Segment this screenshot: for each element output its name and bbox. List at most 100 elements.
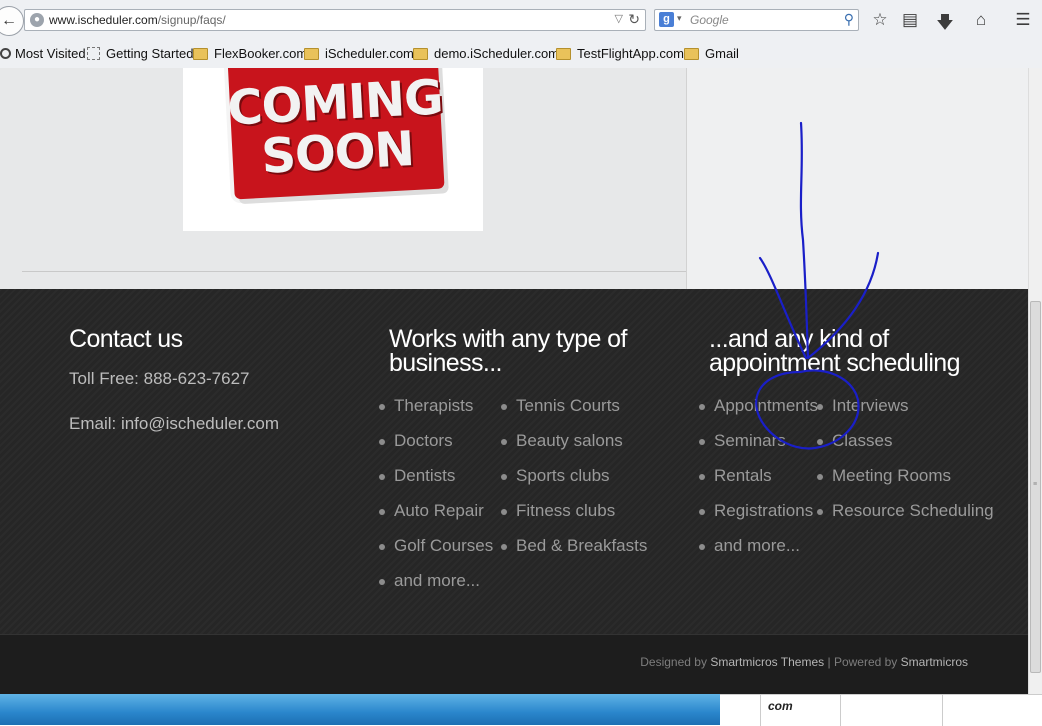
coming-soon-sign: COMING SOON <box>226 68 445 200</box>
bookmark-flexbooker[interactable]: FlexBooker.com <box>193 46 307 61</box>
bullet-icon <box>817 439 823 445</box>
bullet-icon <box>501 544 507 550</box>
bullet-icon <box>379 474 385 480</box>
appointment-title-line-2: appointment scheduling <box>709 349 960 377</box>
bullet-icon <box>379 439 385 445</box>
bullet-icon <box>817 404 823 410</box>
business-item: Beauty salons <box>516 431 623 450</box>
bookmark-demo-ischeduler[interactable]: demo.iScheduler.com <box>413 46 559 61</box>
panel-divider <box>760 695 761 726</box>
download-icon[interactable]: 🡇 <box>935 10 955 39</box>
business-title-line-1: Works with any type of <box>389 325 627 353</box>
google-logo-icon[interactable]: g <box>659 12 674 27</box>
bullet-icon <box>699 544 705 550</box>
business-item: Golf Courses <box>394 536 494 555</box>
folder-icon <box>413 47 428 60</box>
credits-separator: | <box>827 655 831 669</box>
bookmark-getting-started[interactable]: Getting Started <box>87 46 193 61</box>
business-item: Bed & Breakfasts <box>516 536 648 555</box>
business-item: Fitness clubs <box>516 501 616 520</box>
bullet-icon <box>817 509 823 515</box>
appointment-item: Registrations <box>714 501 814 520</box>
menu-icon[interactable]: ☰ <box>1013 10 1033 30</box>
contact-phone: Toll Free: 888-623-7627 <box>69 369 250 388</box>
footer-credits: Designed by Smartmicros Themes | Powered… <box>640 655 968 669</box>
business-title: Works with any type of business... <box>389 325 627 377</box>
contact-email[interactable]: Email: info@ischeduler.com <box>69 414 279 434</box>
appointment-item: Interviews <box>832 396 909 415</box>
coming-soon-image: COMING SOON <box>183 68 483 231</box>
search-bar[interactable]: g ▾ Google ⚲ <box>654 9 859 31</box>
appointment-item: Rentals <box>714 466 772 485</box>
page-icon <box>87 47 100 60</box>
engine-dropdown-icon[interactable]: ▾ <box>677 13 682 24</box>
url-dropdown-icon[interactable]: ▽ <box>615 12 623 25</box>
panel-divider <box>942 695 943 726</box>
back-arrow-icon[interactable]: ← <box>0 6 24 36</box>
reload-icon[interactable]: ↻ <box>628 11 640 28</box>
powered-by-link[interactable]: Smartmicros <box>901 655 968 669</box>
address-bar[interactable]: ● www.ischeduler.com/signup/faqs/ ▽ ↻ <box>24 9 646 31</box>
business-item: Auto Repair <box>394 501 484 520</box>
url-path: /signup/faqs/ <box>157 13 226 27</box>
background-window-text: com <box>768 699 793 713</box>
bookmark-most-visited[interactable]: Most Visited <box>0 46 86 61</box>
appointment-item: Appointments <box>714 396 818 415</box>
business-item: Dentists <box>394 466 456 485</box>
reading-list-icon[interactable]: ▤ <box>900 10 920 30</box>
background-window: com <box>720 694 1042 726</box>
page-viewport: COMING SOON Contact us Toll Free: 888-62… <box>0 68 1028 694</box>
appointment-title: ...and any kind of appointment schedulin… <box>709 325 960 377</box>
bullet-icon <box>699 404 705 410</box>
site-footer: Contact us Toll Free: 888-623-7627 Email… <box>0 289 1028 634</box>
bookmark-ischeduler[interactable]: iScheduler.com <box>304 46 414 61</box>
bookmark-gmail[interactable]: Gmail <box>684 46 739 61</box>
business-title-line-2: business... <box>389 349 503 377</box>
search-icon[interactable]: ⚲ <box>844 11 854 28</box>
business-item: Therapists <box>394 396 474 415</box>
appointment-item: and more... <box>714 536 800 555</box>
powered-by-label: Powered by <box>833 655 898 669</box>
bullet-icon <box>817 474 823 480</box>
business-item: and more... <box>394 571 480 590</box>
scrollbar-thumb[interactable]: ≡ <box>1030 301 1041 673</box>
globe-icon: ● <box>30 13 44 27</box>
grip-icon: ≡ <box>1033 481 1038 488</box>
bookmark-testflightapp[interactable]: TestFlightApp.com <box>556 46 684 61</box>
contact-title: Contact us <box>69 325 183 353</box>
appointment-item: Classes <box>832 431 893 450</box>
main-content: COMING SOON <box>0 68 686 289</box>
bullet-icon <box>379 404 385 410</box>
page-scrollbar[interactable]: ≡ <box>1028 68 1042 694</box>
footer-bottom-bar: Designed by Smartmicros Themes | Powered… <box>0 634 1028 694</box>
bullet-icon <box>699 509 705 515</box>
bullet-icon <box>699 439 705 445</box>
business-item: Sports clubs <box>516 466 610 485</box>
appointment-item: Resource Scheduling <box>832 501 994 520</box>
bookmarks-toolbar: Most Visited Getting Started FlexBooker.… <box>0 43 1042 65</box>
designer-link[interactable]: Smartmicros Themes <box>710 655 824 669</box>
search-input[interactable]: Google <box>690 13 729 27</box>
home-icon[interactable]: ⌂ <box>971 10 991 30</box>
bullet-icon <box>379 579 385 585</box>
sign-line-2: SOON <box>260 121 416 185</box>
most-visited-icon <box>0 48 11 59</box>
business-item: Doctors <box>394 431 453 450</box>
folder-icon <box>304 47 319 60</box>
browser-chrome: ← ● www.ischeduler.com/signup/faqs/ ▽ ↻ … <box>0 0 1042 69</box>
bullet-icon <box>501 439 507 445</box>
bullet-icon <box>501 404 507 410</box>
appointment-title-line-1: ...and any kind of <box>709 325 889 353</box>
url-text: www.ischeduler.com/signup/faqs/ <box>49 13 226 27</box>
bullet-icon <box>379 544 385 550</box>
business-item: Tennis Courts <box>516 396 620 415</box>
url-domain: www.ischeduler.com <box>49 13 158 27</box>
panel-divider <box>840 695 841 726</box>
folder-icon <box>556 47 571 60</box>
sidebar <box>686 68 1028 289</box>
bullet-icon <box>501 474 507 480</box>
star-icon[interactable]: ☆ <box>870 10 890 30</box>
folder-icon <box>193 47 208 60</box>
folder-icon <box>684 47 699 60</box>
content-divider <box>22 271 686 272</box>
